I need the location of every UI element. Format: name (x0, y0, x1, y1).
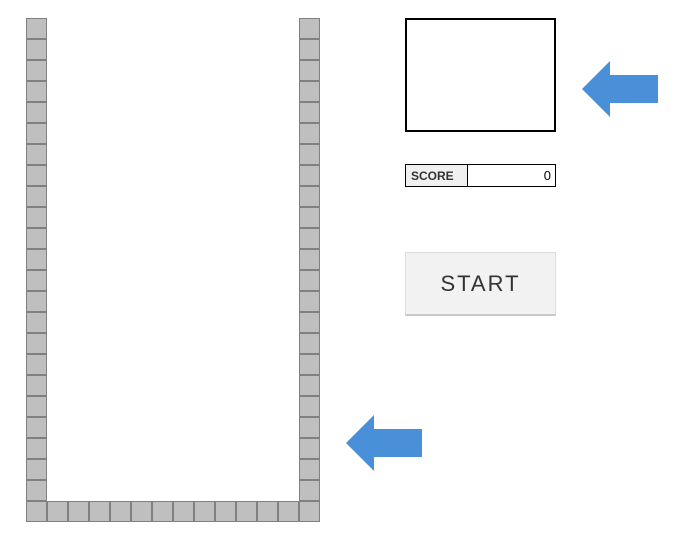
wall-block (26, 417, 47, 438)
wall-block (299, 207, 320, 228)
wall-block (26, 270, 47, 291)
wall-block (26, 501, 47, 522)
wall-block (26, 396, 47, 417)
wall-block (26, 354, 47, 375)
wall-block (299, 333, 320, 354)
wall-block (299, 270, 320, 291)
wall-block (299, 123, 320, 144)
wall-block (26, 459, 47, 480)
wall-block (26, 60, 47, 81)
wall-block (26, 312, 47, 333)
wall-block (236, 501, 257, 522)
wall-block (26, 438, 47, 459)
wall-block (257, 501, 278, 522)
wall-block (278, 501, 299, 522)
wall-block (299, 81, 320, 102)
wall-block (299, 312, 320, 333)
wall-block (26, 102, 47, 123)
wall-block (26, 144, 47, 165)
score-label: SCORE (406, 165, 468, 186)
wall-block (299, 459, 320, 480)
wall-block (131, 501, 152, 522)
wall-block (47, 501, 68, 522)
wall-block (299, 438, 320, 459)
wall-block (299, 396, 320, 417)
arrow-left-icon (346, 415, 422, 471)
wall-block (26, 207, 47, 228)
wall-block (89, 501, 110, 522)
wall-block (299, 417, 320, 438)
wall-block (173, 501, 194, 522)
wall-block (299, 60, 320, 81)
wall-block (299, 18, 320, 39)
wall-block (26, 249, 47, 270)
wall-block (68, 501, 89, 522)
wall-block (26, 480, 47, 501)
wall-block (299, 354, 320, 375)
wall-block (26, 333, 47, 354)
wall-block (26, 123, 47, 144)
arrow-left-icon (582, 61, 658, 117)
wall-block (152, 501, 173, 522)
wall-block (26, 375, 47, 396)
wall-block (110, 501, 131, 522)
wall-block (26, 81, 47, 102)
wall-block (299, 480, 320, 501)
wall-block (26, 228, 47, 249)
wall-block (194, 501, 215, 522)
score-panel: SCORE 0 (405, 164, 556, 187)
wall-block (299, 501, 320, 522)
wall-block (299, 186, 320, 207)
wall-block (26, 165, 47, 186)
wall-block (26, 18, 47, 39)
playfield-well (26, 18, 320, 522)
wall-block (26, 39, 47, 60)
wall-block (215, 501, 236, 522)
wall-block (299, 291, 320, 312)
wall-block (299, 144, 320, 165)
next-piece-preview (405, 18, 556, 132)
wall-block (26, 291, 47, 312)
start-button[interactable]: START (405, 252, 556, 316)
wall-block (299, 228, 320, 249)
wall-block (299, 375, 320, 396)
score-value: 0 (468, 165, 555, 186)
wall-block (299, 165, 320, 186)
wall-block (26, 186, 47, 207)
wall-block (299, 102, 320, 123)
wall-block (299, 249, 320, 270)
wall-block (299, 39, 320, 60)
